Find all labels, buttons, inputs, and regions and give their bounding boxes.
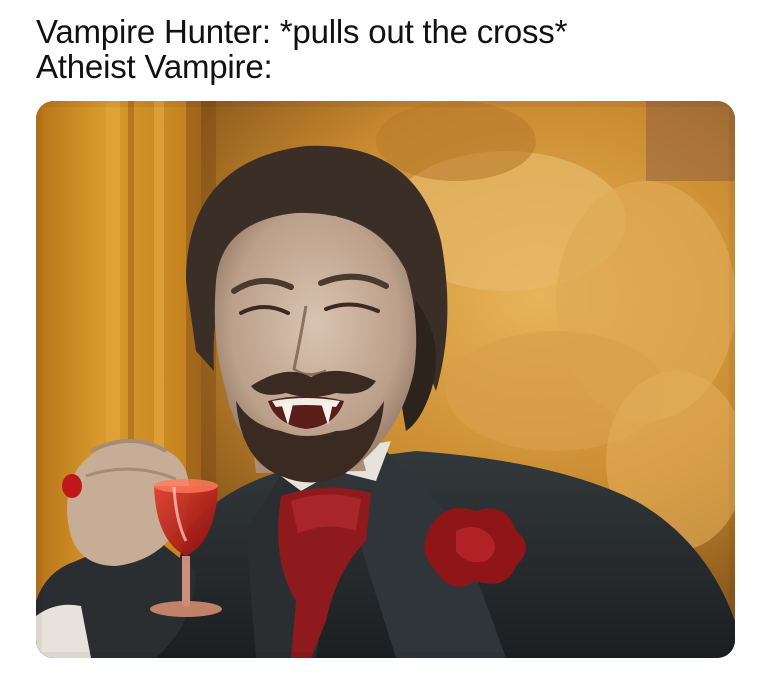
caption-line-hunter: Vampire Hunter: *pulls out the cross* <box>36 13 568 50</box>
laughing-vampire-toast-photo-icon <box>36 101 735 658</box>
meme-caption: Vampire Hunter: *pulls out the cross* At… <box>36 14 736 84</box>
caption-line-vampire: Atheist Vampire: <box>36 48 273 85</box>
meme-photo <box>36 101 735 658</box>
